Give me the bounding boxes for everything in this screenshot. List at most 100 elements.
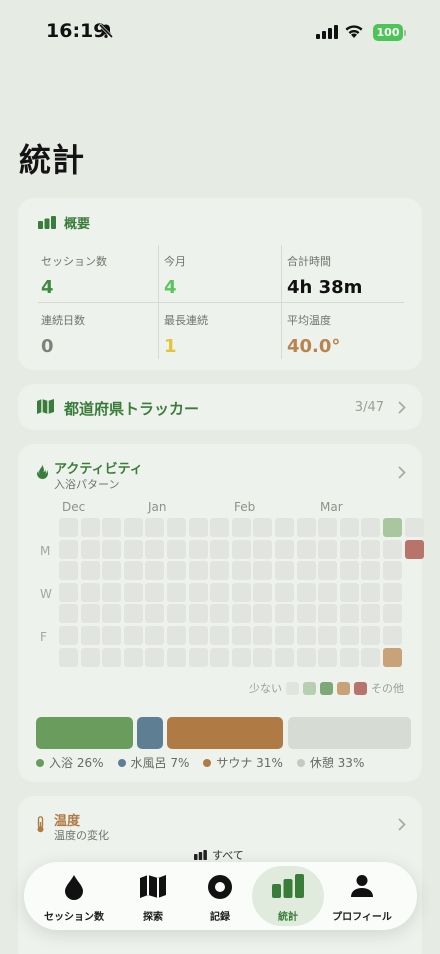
heatmap-cell: [123, 518, 143, 537]
heatmap-cell: [188, 647, 208, 667]
tab-explore[interactable]: 探索: [117, 866, 189, 926]
heatmap-cell: [253, 518, 273, 537]
stat-value: 4: [164, 277, 177, 298]
activity-title: アクティビティ: [54, 462, 143, 477]
heatmap-cell: [123, 647, 143, 667]
heatmap-cell: [275, 561, 294, 581]
record-icon: [208, 875, 232, 899]
tab-sessions[interactable]: セッション数: [38, 866, 110, 926]
heatmap-cell: [123, 626, 143, 645]
heatmap-cell: [167, 539, 186, 559]
tab-label: 探索: [143, 912, 163, 923]
map-icon: [140, 875, 166, 898]
heatmap-cell: [296, 604, 316, 624]
chevron-right-icon: [398, 401, 406, 414]
heatmap-cell: [123, 604, 143, 624]
tab-bar: セッション数 探索 記録 統計 プロフィール: [24, 862, 417, 930]
heatmap-cell: [231, 539, 251, 559]
breakdown-legend-item: サウナ 31%: [203, 754, 283, 771]
breakdown-bar: [36, 717, 134, 749]
temperature-filter[interactable]: すべて: [194, 847, 244, 863]
heatmap-cell: [383, 582, 402, 602]
heatmap-cell: [339, 604, 359, 624]
heatmap-cell: [210, 626, 230, 645]
heatmap-cell: [361, 604, 381, 624]
status-bar: 16:19 100: [0, 0, 440, 64]
legend-swatch: [337, 681, 350, 695]
heatmap-legend: 少ない その他: [249, 680, 404, 696]
heatmap-cell: [296, 561, 316, 581]
tab-stats[interactable]: 統計: [252, 866, 324, 926]
heatmap-cell: [80, 604, 100, 624]
heatmap-cell: [383, 626, 402, 645]
stat-longest-streak: 最長連続 1: [164, 312, 286, 370]
heatmap-cell: [59, 518, 78, 537]
heatmap-cell: [361, 626, 381, 645]
heatmap-cell: [383, 518, 402, 537]
thermometer-icon: [37, 816, 44, 833]
heatmap-cell: [210, 604, 230, 624]
heatmap-cell: [339, 518, 359, 537]
heatmap-cell: [404, 518, 424, 537]
month-label: Feb: [234, 500, 256, 514]
heatmap-cell: [167, 561, 186, 581]
heatmap-cell: [318, 518, 338, 537]
heatmap-cell: [231, 561, 251, 581]
heatmap-cell: [210, 647, 230, 667]
temperature-subtitle: 温度の変化: [54, 829, 109, 842]
heatmap-cell: [145, 647, 165, 667]
stat-avg-temp: 平均温度 40.0°: [287, 312, 409, 370]
heatmap-cell: [210, 582, 230, 602]
heatmap-cell: [167, 604, 186, 624]
heatmap-cell: [275, 518, 294, 537]
heatmap-cell: [275, 647, 294, 667]
heatmap-cell: [318, 604, 338, 624]
heatmap-cell: [231, 647, 251, 667]
heatmap-cell: [123, 582, 143, 602]
chevron-right-icon: [398, 818, 406, 831]
heatmap-cell: [59, 626, 78, 645]
heatmap-cell: [102, 539, 122, 559]
month-label: Jan: [148, 500, 167, 514]
breakdown-legend-label: サウナ 31%: [216, 756, 283, 770]
map-icon: [37, 399, 54, 414]
heatmap-cell: [210, 539, 230, 559]
heatmap-cell: [253, 561, 273, 581]
heatmap-cell: [231, 518, 251, 537]
heatmap-cell: [361, 561, 381, 581]
heatmap-cell: [188, 539, 208, 559]
bell-off-icon: [98, 23, 114, 39]
tab-profile[interactable]: プロフィール: [326, 866, 398, 926]
legend-swatch: [303, 681, 316, 695]
heatmap-cell: [275, 626, 294, 645]
heatmap-cell: [296, 582, 316, 602]
heatmap-cell: [296, 518, 316, 537]
heatmap-cell: [339, 539, 359, 559]
heatmap-cell: [59, 582, 78, 602]
heatmap-cell: [59, 647, 78, 667]
heatmap-cell: [188, 561, 208, 581]
heatmap-cell: [80, 647, 100, 667]
breakdown-legend-item: 水風呂 7%: [117, 754, 189, 771]
chevron-right-icon: [398, 466, 406, 479]
breakdown-legend: 入浴 26% 水風呂 7% サウナ 31% 休憩 33%: [36, 754, 364, 771]
day-label: W: [40, 587, 52, 601]
heatmap-cell: [145, 518, 165, 537]
heatmap-cell: [188, 626, 208, 645]
stat-label: 最長連続: [164, 314, 208, 327]
activity-subtitle: 入浴パターン: [54, 478, 120, 491]
tracker-label: 都道府県トラッカー: [64, 400, 200, 418]
breakdown-bar: [167, 717, 284, 749]
activity-card[interactable]: アクティビティ 入浴パターン Dec Jan Feb Mar M W F 少ない…: [18, 444, 424, 782]
heatmap-cell: [167, 518, 186, 537]
stat-streak: 連続日数 0: [41, 312, 163, 370]
overview-title: 概要: [64, 217, 91, 232]
heatmap-cell: [361, 647, 381, 667]
tab-record[interactable]: 記録: [184, 866, 256, 926]
page-title: 統計: [19, 141, 86, 179]
heatmap-cell: [80, 582, 100, 602]
prefecture-tracker-row[interactable]: 都道府県トラッカー 3/47: [18, 384, 422, 430]
heatmap-cell: [231, 604, 251, 624]
heatmap-cell: [318, 561, 338, 581]
person-icon: [351, 875, 373, 897]
